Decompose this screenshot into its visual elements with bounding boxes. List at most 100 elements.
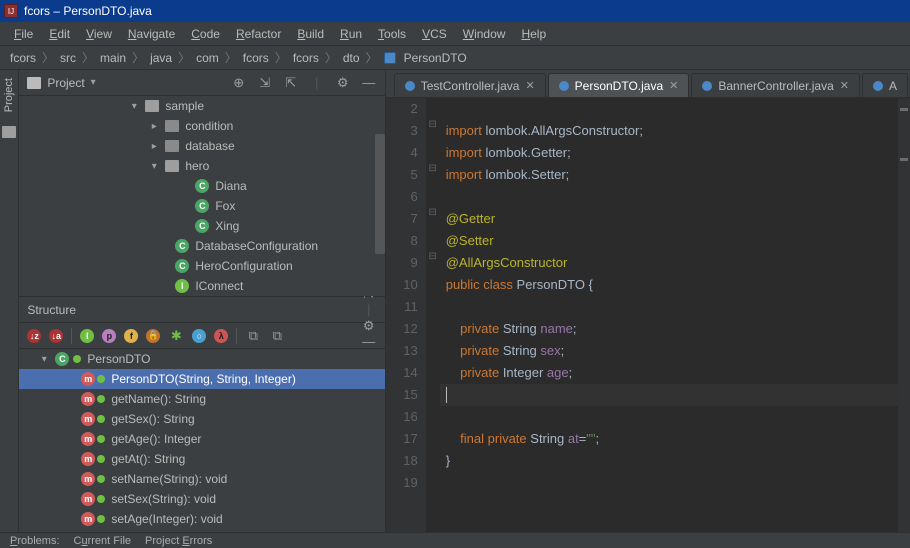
show-interfaces-icon[interactable]: I xyxy=(80,329,94,343)
structure-tree[interactable]: ▾CPersonDTOmPersonDTO(String, String, In… xyxy=(19,349,384,532)
menu-navigate[interactable]: Navigate xyxy=(122,25,181,43)
code-line[interactable]: import lombok.Getter; xyxy=(446,142,910,164)
code-line[interactable]: import lombok.AllArgsConstructor; xyxy=(446,120,910,142)
gear-icon[interactable]: ⚙ xyxy=(335,75,351,91)
fold-toggle-icon[interactable]: ⊟ xyxy=(428,252,438,262)
editor-tab[interactable]: TestController.java✕ xyxy=(394,73,546,97)
menu-help[interactable]: Help xyxy=(515,25,552,43)
fold-toggle-icon[interactable]: ⊟ xyxy=(428,120,438,130)
menu-edit[interactable]: Edit xyxy=(43,25,76,43)
structure-item[interactable]: msetName(String): void xyxy=(19,469,384,489)
caret-icon[interactable]: ▸ xyxy=(149,141,159,152)
code-line[interactable]: } xyxy=(446,450,910,472)
breadcrumb-item[interactable]: fcors xyxy=(243,51,269,65)
menu-code[interactable]: Code xyxy=(185,25,226,43)
editor-tab[interactable]: BannerController.java✕ xyxy=(691,73,860,97)
code-line[interactable]: private String sex; xyxy=(446,340,910,362)
menu-tools[interactable]: Tools xyxy=(372,25,412,43)
code-line[interactable]: @Setter xyxy=(446,230,910,252)
show-inherited-icon[interactable]: 🔒 xyxy=(146,329,160,343)
caret-icon[interactable]: ▾ xyxy=(149,161,159,172)
project-tree-scrollbar[interactable] xyxy=(375,134,385,254)
breadcrumb-item[interactable]: com xyxy=(196,51,219,65)
code-line[interactable] xyxy=(446,384,910,406)
close-tab-icon[interactable]: ✕ xyxy=(840,79,849,92)
editor-tab[interactable]: A xyxy=(862,73,908,97)
close-tab-icon[interactable]: ✕ xyxy=(669,79,678,92)
filter-icon[interactable]: ✱ xyxy=(168,328,184,344)
breadcrumb-item[interactable]: PersonDTO xyxy=(404,51,467,65)
code-line[interactable]: @Getter xyxy=(446,208,910,230)
code-line[interactable]: public class PersonDTO { xyxy=(446,274,910,296)
sort-alpha-icon[interactable]: ↓z xyxy=(27,329,41,343)
code-line[interactable] xyxy=(446,296,910,318)
autoscroll-to-source-icon[interactable]: ⧉ xyxy=(245,328,261,344)
show-anonymous-icon[interactable]: ○ xyxy=(192,329,206,343)
close-tab-icon[interactable]: ✕ xyxy=(525,79,534,92)
caret-icon[interactable]: ▸ xyxy=(149,121,159,132)
code-line[interactable]: @AllArgsConstructor xyxy=(446,252,910,274)
show-lambdas-icon[interactable]: λ xyxy=(214,329,228,343)
project-tree-item[interactable]: CHeroConfiguration xyxy=(19,256,384,276)
project-tree-item[interactable]: ▾hero xyxy=(19,156,384,176)
project-tree-item[interactable]: CDatabaseConfiguration xyxy=(19,236,384,256)
fold-toggle-icon[interactable]: ⊟ xyxy=(428,164,438,174)
hide-panel-icon[interactable]: — xyxy=(361,75,377,91)
project-tree-item[interactable]: CFox xyxy=(19,196,384,216)
project-tree-item[interactable]: ▸condition xyxy=(19,116,384,136)
breadcrumb-item[interactable]: fcors xyxy=(293,51,319,65)
code-line[interactable]: import lombok.Setter; xyxy=(446,164,910,186)
breadcrumb-item[interactable]: fcors xyxy=(10,51,36,65)
breadcrumb-item[interactable]: src xyxy=(60,51,76,65)
project-tree-item[interactable]: ▸database xyxy=(19,136,384,156)
show-fields-icon[interactable]: f xyxy=(124,329,138,343)
show-properties-icon[interactable]: p xyxy=(102,329,116,343)
menu-run[interactable]: Run xyxy=(334,25,368,43)
breadcrumb-item[interactable]: main xyxy=(100,51,126,65)
code-line[interactable]: private String name; xyxy=(446,318,910,340)
project-tree[interactable]: ▾sample▸condition▸database▾heroCDianaCFo… xyxy=(19,96,384,296)
structure-item[interactable]: mgetAge(): Integer xyxy=(19,429,384,449)
structure-item[interactable]: mgetAt(): String xyxy=(19,449,384,469)
structure-item[interactable]: mgetSex(): String xyxy=(19,409,384,429)
structure-root[interactable]: ▾CPersonDTO xyxy=(19,349,384,369)
code-line[interactable] xyxy=(446,406,910,428)
breadcrumb-item[interactable]: java xyxy=(150,51,172,65)
editor-scrollbar[interactable] xyxy=(898,98,910,532)
bookmarks-tool-icon[interactable] xyxy=(2,126,16,138)
breadcrumb-item[interactable]: dto xyxy=(343,51,360,65)
sort-visibility-icon[interactable]: ↓a xyxy=(49,329,63,343)
project-tree-item[interactable]: IIConnect xyxy=(19,276,384,296)
bottom-tab[interactable]: Project Errors xyxy=(145,535,212,547)
autoscroll-from-source-icon[interactable]: ⧉ xyxy=(269,328,285,344)
structure-item[interactable]: msetAge(Integer): void xyxy=(19,509,384,529)
code-editor[interactable]: 2345678910111213141516171819 ⊟⊟⊟⊟ import… xyxy=(386,98,910,532)
project-tree-item[interactable]: CXing xyxy=(19,216,384,236)
menu-build[interactable]: Build xyxy=(291,25,330,43)
code-area[interactable]: import lombok.AllArgsConstructor;import … xyxy=(440,98,910,532)
code-line[interactable]: final private String at=""; xyxy=(446,428,910,450)
bottom-tab[interactable]: Problems: xyxy=(10,535,60,547)
structure-item[interactable]: mPersonDTO(String, String, Integer) xyxy=(19,369,384,389)
menu-refactor[interactable]: Refactor xyxy=(230,25,287,43)
structure-item[interactable]: msetSex(String): void xyxy=(19,489,384,509)
code-line[interactable] xyxy=(446,98,910,120)
fold-toggle-icon[interactable]: ⊟ xyxy=(428,208,438,218)
menu-view[interactable]: View xyxy=(80,25,118,43)
menu-vcs[interactable]: VCS xyxy=(416,25,453,43)
project-view-dropdown-icon[interactable]: ▾ xyxy=(91,77,96,88)
project-tree-item[interactable]: CDiana xyxy=(19,176,384,196)
fold-gutter[interactable]: ⊟ ⊟ ⊟ ⊟ xyxy=(426,98,440,532)
editor-tab[interactable]: PersonDTO.java✕ xyxy=(548,73,690,97)
project-tool-button[interactable]: Project xyxy=(3,74,15,116)
menu-file[interactable]: File xyxy=(8,25,39,43)
structure-item[interactable]: mgetName(): String xyxy=(19,389,384,409)
bottom-tab[interactable]: Current File xyxy=(74,535,131,547)
caret-icon[interactable]: ▾ xyxy=(129,101,139,112)
menu-window[interactable]: Window xyxy=(457,25,512,43)
code-line[interactable]: private Integer age; xyxy=(446,362,910,384)
locate-icon[interactable]: ⊕ xyxy=(231,75,247,91)
expand-all-icon[interactable]: ⇲ xyxy=(257,75,273,91)
code-line[interactable] xyxy=(446,472,910,494)
caret-icon[interactable]: ▾ xyxy=(39,354,49,365)
